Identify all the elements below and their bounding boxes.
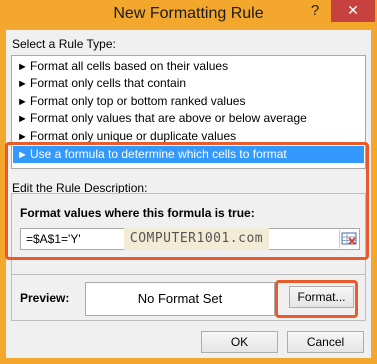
rule-type-item-label: Format only values that are above or bel… xyxy=(30,111,307,125)
arrow-right-icon: ► xyxy=(17,113,28,125)
arrow-right-icon: ► xyxy=(17,96,28,108)
close-button[interactable]: ✕ xyxy=(331,0,375,22)
rule-type-item-label: Format only cells that contain xyxy=(30,76,187,90)
new-formatting-rule-dialog: New Formatting Rule ? ✕ Select a Rule Ty… xyxy=(0,0,377,364)
arrow-right-icon: ► xyxy=(17,61,28,73)
highlight-formula-rule xyxy=(5,142,369,260)
ok-button[interactable]: OK xyxy=(201,331,278,353)
rule-type-item[interactable]: ► Format only top or bottom ranked values xyxy=(13,93,364,110)
rule-type-label: Select a Rule Type: xyxy=(12,37,116,51)
rule-type-item[interactable]: ► Format only values that are above or be… xyxy=(13,110,364,127)
title-bar: New Formatting Rule ? ✕ xyxy=(0,0,377,30)
rule-type-item[interactable]: ► Format only cells that contain xyxy=(13,75,364,92)
highlight-format-button xyxy=(275,280,358,318)
rule-type-item-label: Format all cells based on their values xyxy=(30,59,229,73)
rule-type-item[interactable]: ► Format all cells based on their values xyxy=(13,58,364,75)
rule-type-item-label: Format only unique or duplicate values xyxy=(30,129,237,143)
arrow-right-icon: ► xyxy=(17,78,28,90)
preview-label: Preview: xyxy=(20,291,70,305)
cancel-button[interactable]: Cancel xyxy=(287,331,364,353)
rule-type-item-label: Format only top or bottom ranked values xyxy=(30,94,246,108)
preview-box: No Format Set xyxy=(85,282,275,316)
help-button[interactable]: ? xyxy=(300,0,330,22)
